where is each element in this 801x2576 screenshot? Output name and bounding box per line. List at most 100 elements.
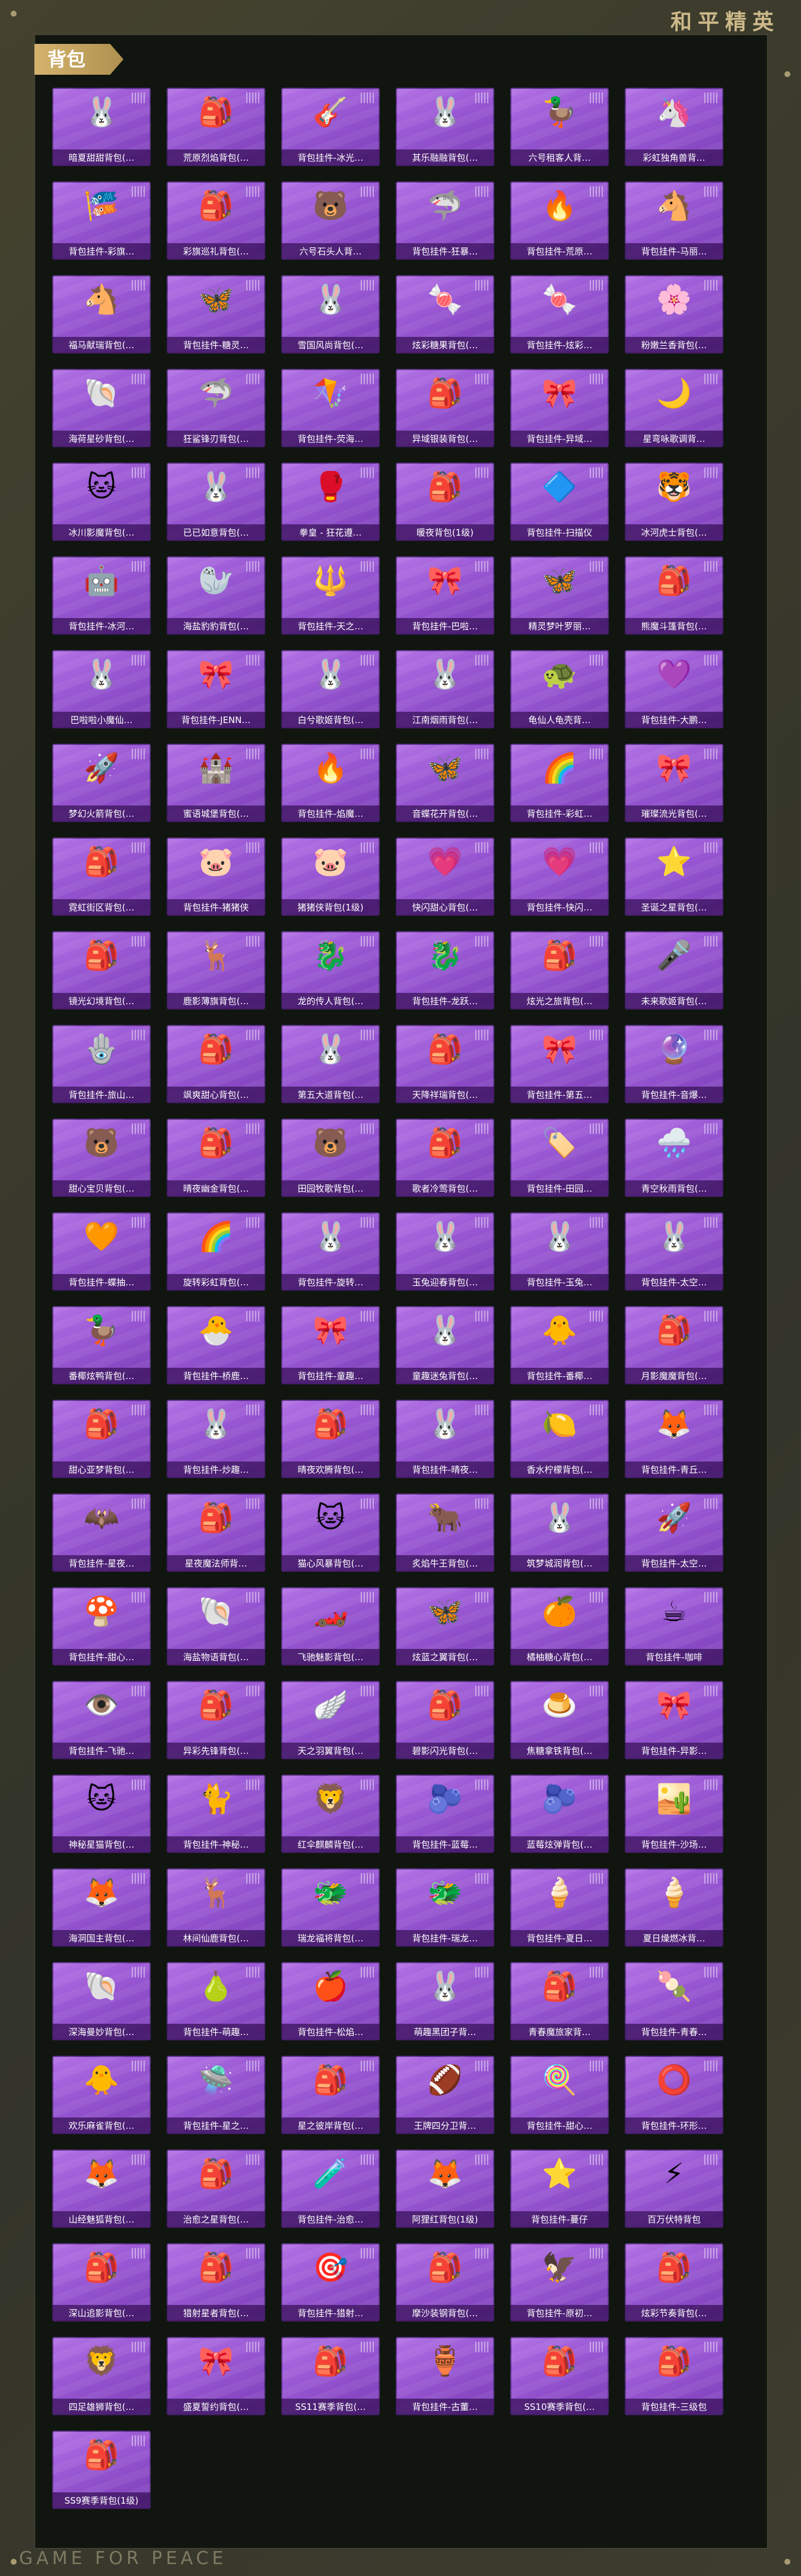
backpack-item-card[interactable]: 🌸 粉嫩兰香背包(… (625, 275, 723, 354)
backpack-item-card[interactable]: 🏷️ 背包挂件-田园… (510, 1119, 609, 1197)
backpack-item-card[interactable]: 🐴 福马献瑞背包(… (52, 275, 151, 354)
backpack-item-card[interactable]: 🐷 背包挂件-猪猪侠 (167, 838, 265, 916)
backpack-item-card[interactable]: 🎀 背包挂件-第五… (510, 1025, 609, 1103)
backpack-item-card[interactable]: 🔮 背包挂件-音爆… (625, 1025, 723, 1103)
backpack-item-card[interactable]: 🎒 青春魔旅家背… (510, 1962, 609, 2040)
backpack-item-card[interactable]: 🎒 彩旗巡礼背包(… (167, 182, 265, 260)
backpack-item-card[interactable]: 🐰 萌趣黑团子背… (396, 1962, 494, 2040)
backpack-item-card[interactable]: 🐲 瑞龙福将背包(… (281, 1868, 380, 1947)
backpack-item-card[interactable]: 🐰 背包挂件-太空… (625, 1212, 723, 1291)
backpack-item-card[interactable]: 🎒 暖夜背包(1级) (396, 463, 494, 541)
backpack-item-card[interactable]: 🍬 炫彩糖果背包(… (396, 275, 494, 354)
backpack-item-card[interactable]: 🚀 背包挂件-太空… (625, 1494, 723, 1572)
backpack-item-card[interactable]: 🐱 神秘星猫背包(… (52, 1775, 151, 1853)
backpack-item-card[interactable]: 🐰 玉兔迎春背包(… (396, 1212, 494, 1291)
backpack-item-card[interactable]: 🎯 背包挂件-猎射… (281, 2243, 380, 2322)
backpack-item-card[interactable]: ⭐ 圣诞之星背包(… (625, 838, 723, 916)
backpack-item-card[interactable]: 🐈 背包挂件-神秘… (167, 1775, 265, 1853)
backpack-item-card[interactable]: 🎒 碧影闪光背包(… (396, 1681, 494, 1759)
backpack-item-card[interactable]: 🎒 背包挂件-三级包 (625, 2337, 723, 2415)
backpack-item-card[interactable]: 🎒 熊魔斗篷背包(… (625, 556, 723, 635)
backpack-item-card[interactable]: 🎀 背包挂件-JENN… (167, 650, 265, 728)
backpack-item-card[interactable]: 🐯 冰河虎士背包(… (625, 463, 723, 541)
backpack-item-card[interactable]: 🔷 背包挂件-扫描仪 (510, 463, 609, 541)
backpack-item-card[interactable]: 🐴 背包挂件-马丽… (625, 182, 723, 260)
backpack-item-card[interactable]: 🐉 背包挂件-龙跃… (396, 931, 494, 1010)
backpack-item-card[interactable]: 🫐 背包挂件-蓝莓… (396, 1775, 494, 1853)
backpack-item-card[interactable]: 🦇 背包挂件-星夜… (52, 1494, 151, 1572)
backpack-item-card[interactable]: 🎒 飒爽甜心背包(… (167, 1025, 265, 1103)
backpack-item-card[interactable]: 🎒 晴夜欢腾背包(… (281, 1400, 380, 1478)
backpack-item-card[interactable]: 🦋 音蝶花开背包(… (396, 744, 494, 822)
backpack-item-card[interactable]: 🔱 背包挂件-天之… (281, 556, 380, 635)
backpack-item-card[interactable]: 🤖 背包挂件-冰河… (52, 556, 151, 635)
backpack-item-card[interactable]: 💗 快闪甜心背包(… (396, 838, 494, 916)
backpack-item-card[interactable]: 🔥 背包挂件-荒原… (510, 182, 609, 260)
backpack-item-card[interactable]: 🦭 海盐豹豹背包(… (167, 556, 265, 635)
backpack-item-card[interactable]: 🦆 番椰炫鸭背包(… (52, 1306, 151, 1384)
backpack-item-card[interactable]: 🎒 异域银装背包(… (396, 369, 494, 447)
backpack-item-card[interactable]: 💜 背包挂件-大鹏… (625, 650, 723, 728)
backpack-item-card[interactable]: 🎀 背包挂件-巴啦… (396, 556, 494, 635)
backpack-item-card[interactable]: 🎀 盛夏誓约背包(… (167, 2337, 265, 2415)
backpack-item-card[interactable]: 🦁 红伞麒麟背包(… (281, 1775, 380, 1853)
backpack-item-card[interactable]: 🎒 异彩先锋背包(… (167, 1681, 265, 1759)
backpack-item-card[interactable]: 🦅 背包挂件-原初… (510, 2243, 609, 2322)
backpack-item-card[interactable]: 🎀 背包挂件-童趣… (281, 1306, 380, 1384)
backpack-item-card[interactable]: 🏜️ 背包挂件-沙场… (625, 1775, 723, 1853)
backpack-item-card[interactable]: ⭕ 背包挂件-环形… (625, 2056, 723, 2134)
backpack-item-card[interactable]: 🎒 猎射星者背包(… (167, 2243, 265, 2322)
backpack-item-card[interactable]: 🎒 荒原烈焰背包(… (167, 88, 265, 166)
backpack-item-card[interactable]: 🎸 背包挂件-冰光… (281, 88, 380, 166)
backpack-item-card[interactable]: 🍎 背包挂件-松焰… (281, 1962, 380, 2040)
backpack-item-card[interactable]: 🎒 炫彩节奏背包(… (625, 2243, 723, 2322)
backpack-item-card[interactable]: 🐱 猫心风暴背包(… (281, 1494, 380, 1572)
backpack-item-card[interactable]: 🐣 背包挂件-桥鹿… (167, 1306, 265, 1384)
backpack-item-card[interactable]: 🦊 山经魅狐背包(… (52, 2150, 151, 2228)
backpack-item-card[interactable]: 🧪 背包挂件-治愈… (281, 2150, 380, 2228)
backpack-item-card[interactable]: 🐻 六号石头人背… (281, 182, 380, 260)
backpack-item-card[interactable]: 🐚 深海曼妙背包(… (52, 1962, 151, 2040)
backpack-item-card[interactable]: 🐰 巴啦啦小魔仙… (52, 650, 151, 728)
backpack-item-card[interactable]: 🐰 筑梦城润背包(… (510, 1494, 609, 1572)
backpack-item-card[interactable]: 🎒 晴夜幽金背包(… (167, 1119, 265, 1197)
backpack-item-card[interactable]: 🎒 星夜魔法师背… (167, 1494, 265, 1572)
backpack-item-card[interactable]: 🧡 背包挂件-蝶抽… (52, 1212, 151, 1291)
backpack-item-card[interactable]: 🦄 彩虹独角兽背… (625, 88, 723, 166)
backpack-item-card[interactable]: 🐰 背包挂件-晴夜… (396, 1400, 494, 1478)
backpack-item-card[interactable]: 🍡 背包挂件-青春… (625, 1962, 723, 2040)
backpack-item-card[interactable]: 🌈 旋转彩虹背包(… (167, 1212, 265, 1291)
backpack-item-card[interactable]: 🦁 四足雄狮背包(… (52, 2337, 151, 2415)
backpack-item-card[interactable]: 🏰 蜜语城堡背包(… (167, 744, 265, 822)
backpack-item-card[interactable]: 🦆 六号租客人背… (510, 88, 609, 166)
backpack-item-card[interactable]: 🎒 SS9赛季背包(1级) (52, 2431, 151, 2509)
backpack-item-card[interactable]: 🎒 霓虹街区背包(… (52, 838, 151, 916)
backpack-item-card[interactable]: 🦌 林间仙鹿背包(… (167, 1868, 265, 1947)
tab-backpack[interactable]: 背包 (34, 44, 123, 75)
backpack-item-card[interactable]: 🐰 暗夏甜甜背包(… (52, 88, 151, 166)
backpack-item-card[interactable]: 💗 背包挂件-快闪… (510, 838, 609, 916)
backpack-item-card[interactable]: 🦈 狂鲨锋刃背包(… (167, 369, 265, 447)
backpack-item-card[interactable]: 🐰 已已如意背包(… (167, 463, 265, 541)
backpack-item-card[interactable]: 🍋 香水柠檬背包(… (510, 1400, 609, 1478)
backpack-item-card[interactable]: 🎤 未来歌姬背包(… (625, 931, 723, 1010)
backpack-item-card[interactable]: 👁️ 背包挂件-飞驰… (52, 1681, 151, 1759)
backpack-item-card[interactable]: 🎒 歌者冷莺背包(… (396, 1119, 494, 1197)
backpack-item-card[interactable]: 🐰 童趣迷兔背包(… (396, 1306, 494, 1384)
backpack-item-card[interactable]: 🦊 阿狸红背包(1级) (396, 2150, 494, 2228)
backpack-item-card[interactable]: 🌧️ 青空秋雨背包(… (625, 1119, 723, 1197)
backpack-item-card[interactable]: 🥊 拳皇 - 狂花遵… (281, 463, 380, 541)
backpack-item-card[interactable]: ⭐ 背包挂件-蔓仔 (510, 2150, 609, 2228)
backpack-item-card[interactable]: 🐥 欢乐麻雀背包(… (52, 2056, 151, 2134)
backpack-item-card[interactable]: 🎒 月影魔魔背包(… (625, 1306, 723, 1384)
backpack-item-card[interactable]: 🍦 背包挂件-夏日… (510, 1868, 609, 1947)
backpack-item-card[interactable]: 🌙 星弯咏歌调背… (625, 369, 723, 447)
backpack-item-card[interactable]: 🦌 鹿影薄旗背包(… (167, 931, 265, 1010)
backpack-item-card[interactable]: 🎒 摩沙装钢背包(… (396, 2243, 494, 2322)
backpack-item-card[interactable]: 🪽 天之羽翼背包(… (281, 1681, 380, 1759)
backpack-item-card[interactable]: 🦈 背包挂件-狂暴… (396, 182, 494, 260)
backpack-item-card[interactable]: 🐂 炙焰牛王背包(… (396, 1494, 494, 1572)
backpack-item-card[interactable]: 🍦 夏日燥燃冰背… (625, 1868, 723, 1947)
backpack-item-card[interactable]: 🐰 其乐融融背包(… (396, 88, 494, 166)
backpack-item-card[interactable]: 🎒 SS11赛季背包(… (281, 2337, 380, 2415)
